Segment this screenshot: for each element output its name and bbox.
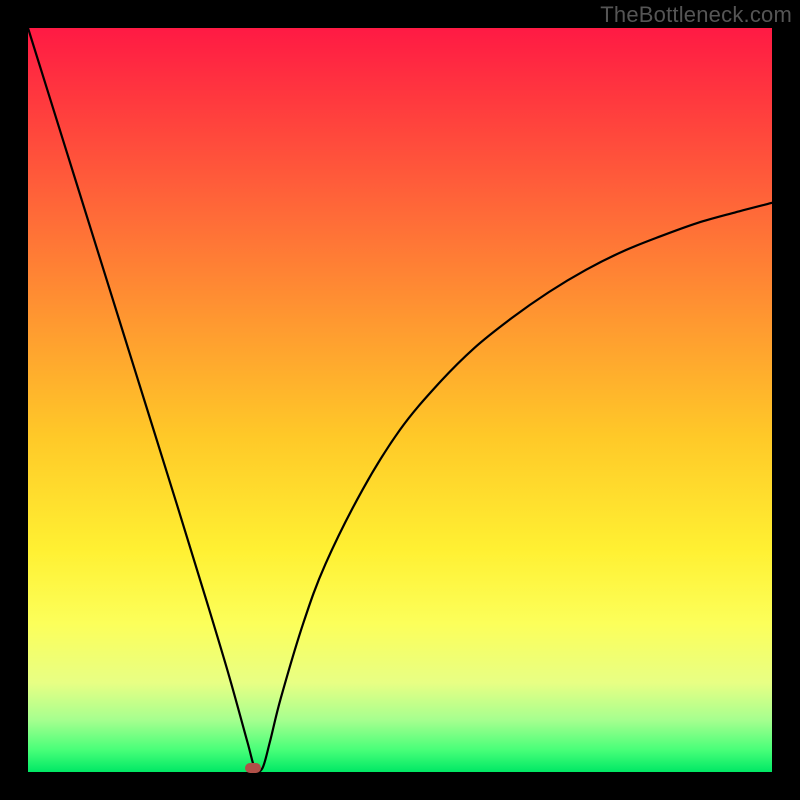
plot-area (28, 28, 772, 772)
minimum-marker (245, 763, 261, 773)
attribution-text: TheBottleneck.com (600, 2, 792, 28)
bottleneck-curve (28, 28, 772, 772)
chart-frame: TheBottleneck.com (0, 0, 800, 800)
